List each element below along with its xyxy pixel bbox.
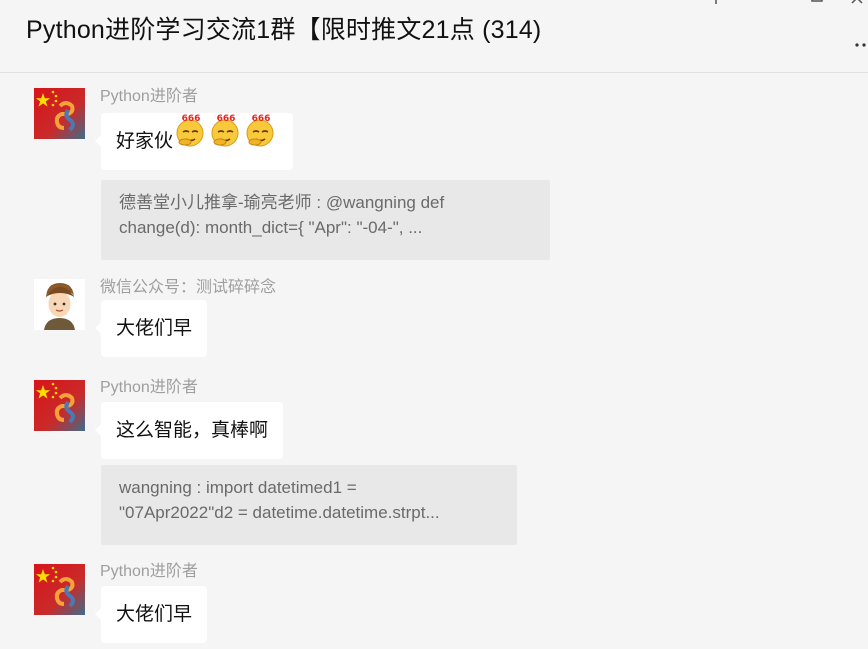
pin-icon[interactable] [705,0,727,8]
sender-name[interactable]: Python进阶者 [100,82,198,106]
chat-header: Python进阶学习交流1群【限时推文21点 (314) [0,0,868,73]
message-text: 大佬们早 [116,604,193,625]
sender-name[interactable]: Python进阶者 [100,557,198,581]
666-emoji-icon: 666 [244,113,278,170]
quoted-message[interactable]: 德善堂小儿推拿-瑜亮老师 : @wangning def change(d): … [101,180,550,260]
svg-text:666: 666 [252,114,271,124]
quote-line: change(d): month_dict={ "Apr": "-04-", .… [119,218,423,237]
avatar[interactable] [34,564,85,615]
666-emoji-icon: 666 [209,113,243,170]
sender-name[interactable]: Python进阶者 [100,373,198,397]
avatar[interactable] [34,279,85,330]
message-text: 这么智能，真棒啊 [116,420,269,441]
maximize-icon[interactable] [806,0,828,8]
close-icon[interactable] [846,0,868,8]
svg-text:666: 666 [217,114,236,124]
avatar[interactable] [34,380,85,431]
message-bubble[interactable]: 大佬们早 [94,586,208,643]
message-text: 好家伙 [116,131,174,152]
message-bubble[interactable]: 好家伙 666 666 666 [94,113,294,170]
message-bubble[interactable]: 这么智能，真棒啊 [94,402,284,459]
message-text: 大佬们早 [116,318,193,339]
quote-line: wangning : import datetimed1 = [119,478,357,497]
minimize-icon[interactable] [758,0,780,8]
chat-title: Python进阶学习交流1群【限时推文21点 (314) [26,16,542,44]
svg-text:666: 666 [182,114,201,124]
quoted-message[interactable]: wangning : import datetimed1 = "07Apr202… [101,465,517,545]
more-options-icon[interactable] [854,30,868,56]
quote-line: 德善堂小儿推拿-瑜亮老师 : @wangning def [119,193,445,212]
avatar[interactable] [34,88,85,139]
666-emoji-icon: 666 [174,113,208,170]
quote-line: "07Apr2022"d2 = datetime.datetime.strpt.… [119,503,440,522]
sender-name[interactable]: 微信公众号：测试碎碎念 [100,273,276,297]
message-bubble[interactable]: 大佬们早 [94,300,208,357]
